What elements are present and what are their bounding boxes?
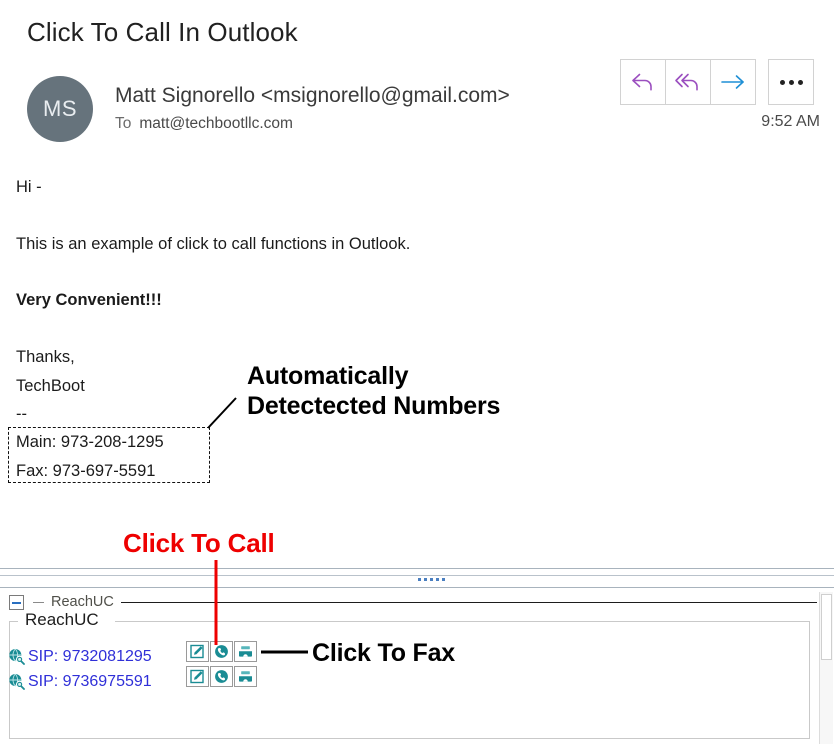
reply-all-icon <box>674 71 702 93</box>
reply-button[interactable] <box>620 59 666 105</box>
email-reading-pane: Click To Call In Outlook MS Matt Signore… <box>0 0 834 565</box>
body-paragraph: This is an example of click to call func… <box>16 235 411 253</box>
sip-globe-search-icon <box>8 673 25 690</box>
fax-machine-icon <box>238 669 253 684</box>
sip-row-action-buttons <box>186 666 258 687</box>
pane-splitter[interactable] <box>0 568 834 588</box>
annotation-detected-numbers: Automatically Detectected Numbers <box>247 361 500 421</box>
recipient-row: To matt@techbootllc.com <box>115 115 293 133</box>
forward-button[interactable] <box>710 59 756 105</box>
body-greeting: Hi - <box>16 178 42 196</box>
annotation-detected-numbers-line2: Detectected Numbers <box>247 392 501 420</box>
annotation-detected-numbers-line1: Automatically <box>247 362 409 390</box>
call-button[interactable] <box>210 666 233 687</box>
group-box-border-left <box>9 621 18 622</box>
fax-button[interactable] <box>234 641 257 662</box>
forward-arrow-icon <box>719 72 747 92</box>
group-box-border-right <box>115 621 810 622</box>
phone-handset-icon <box>214 644 229 659</box>
splitter-grip-handle[interactable] <box>418 578 445 581</box>
sip-row[interactable]: SIP: 9732081295 <box>8 645 152 668</box>
splitter-rule <box>0 575 834 589</box>
phone-number-main: Main: 973-208-1295 <box>16 433 164 451</box>
sip-row[interactable]: SIP: 9736975591 <box>8 670 152 693</box>
email-subject: Click To Call In Outlook <box>27 17 298 47</box>
body-signoff: Thanks, <box>16 348 75 366</box>
annotation-click-to-fax: Click To Fax <box>312 639 456 667</box>
to-label: To <box>115 115 132 132</box>
minus-icon <box>12 601 21 604</box>
sip-number-label[interactable]: SIP: 9736975591 <box>28 673 152 691</box>
reachuc-addin-pane: ReachUC ReachUC SIP: 9732081295 SIP: 973… <box>0 589 834 747</box>
recipient-address: matt@techbootllc.com <box>139 115 293 132</box>
sender-name-and-address: Matt Signorello <msignorello@gmail.com> <box>115 84 510 107</box>
collapse-toggle-button[interactable] <box>9 595 24 610</box>
addin-title-rule <box>121 602 817 603</box>
body-emphasis: Very Convenient!!! <box>16 291 162 309</box>
reply-icon <box>630 71 656 93</box>
annotation-click-to-call: Click To Call <box>123 528 275 558</box>
email-action-buttons <box>620 59 814 105</box>
sip-globe-search-icon <box>8 648 25 665</box>
sip-number-label[interactable]: SIP: 9732081295 <box>28 648 152 666</box>
addin-vertical-scrollbar[interactable] <box>819 592 833 744</box>
ellipsis-icon <box>779 79 803 85</box>
fax-button[interactable] <box>234 666 257 687</box>
scrollbar-thumb[interactable] <box>821 594 832 660</box>
more-actions-button[interactable] <box>768 59 814 105</box>
addin-group-label: ReachUC <box>20 610 104 630</box>
reply-all-button[interactable] <box>665 59 711 105</box>
compose-sms-button[interactable] <box>186 666 209 687</box>
addin-panel-title: ReachUC <box>51 594 120 610</box>
phone-handset-icon <box>214 669 229 684</box>
compose-pencil-icon <box>190 644 205 659</box>
compose-sms-button[interactable] <box>186 641 209 662</box>
email-timestamp: 9:52 AM <box>761 113 820 130</box>
sip-row-action-buttons <box>186 641 258 662</box>
body-signature-separator: -- <box>16 405 27 423</box>
fax-machine-icon <box>238 644 253 659</box>
sender-avatar: MS <box>27 76 93 142</box>
phone-number-fax: Fax: 973-697-5591 <box>16 462 156 480</box>
body-company: TechBoot <box>16 377 85 395</box>
addin-title-leading-dash <box>33 602 44 603</box>
compose-pencil-icon <box>190 669 205 684</box>
call-button[interactable] <box>210 641 233 662</box>
